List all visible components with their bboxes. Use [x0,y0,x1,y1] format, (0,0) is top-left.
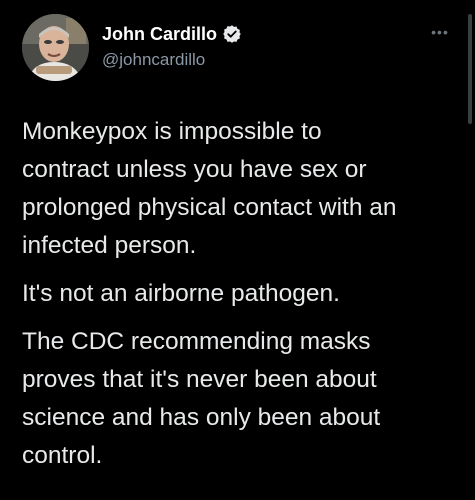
tweet-line: proves that it's never been about [22,366,377,393]
tweet-text: Monkeypox is impossible to contract unle… [22,113,462,485]
tweet-paragraph: Monkeypox is impossible to contract unle… [22,113,462,265]
scrollbar-thumb[interactable] [468,14,472,124]
more-options-icon[interactable]: ••• [426,22,454,42]
tweet-line: prolonged physical contact with an [22,194,397,221]
tweet-line: science and has only been about [22,404,381,431]
tweet: John Cardillo @johncardillo ••• Monkeypo… [0,0,475,500]
tweet-paragraph: The CDC recommending masks proves that i… [22,323,462,475]
tweet-line: infected person. [22,232,197,259]
avatar[interactable] [22,14,89,81]
tweet-paragraph: It's not an airborne pathogen. [22,275,462,313]
author-handle[interactable]: @johncardillo [102,50,205,70]
verified-badge-icon [222,24,242,44]
tweet-line: Monkeypox is impossible to [22,118,322,145]
tweet-line: contract unless you have sex or [22,156,367,183]
tweet-line: control. [22,442,103,469]
profile-photo-icon [22,14,89,81]
display-name[interactable]: John Cardillo [102,24,217,45]
tweet-line: It's not an airborne pathogen. [22,280,340,307]
tweet-line: The CDC recommending masks [22,328,371,355]
author-name-row[interactable]: John Cardillo [102,22,242,46]
